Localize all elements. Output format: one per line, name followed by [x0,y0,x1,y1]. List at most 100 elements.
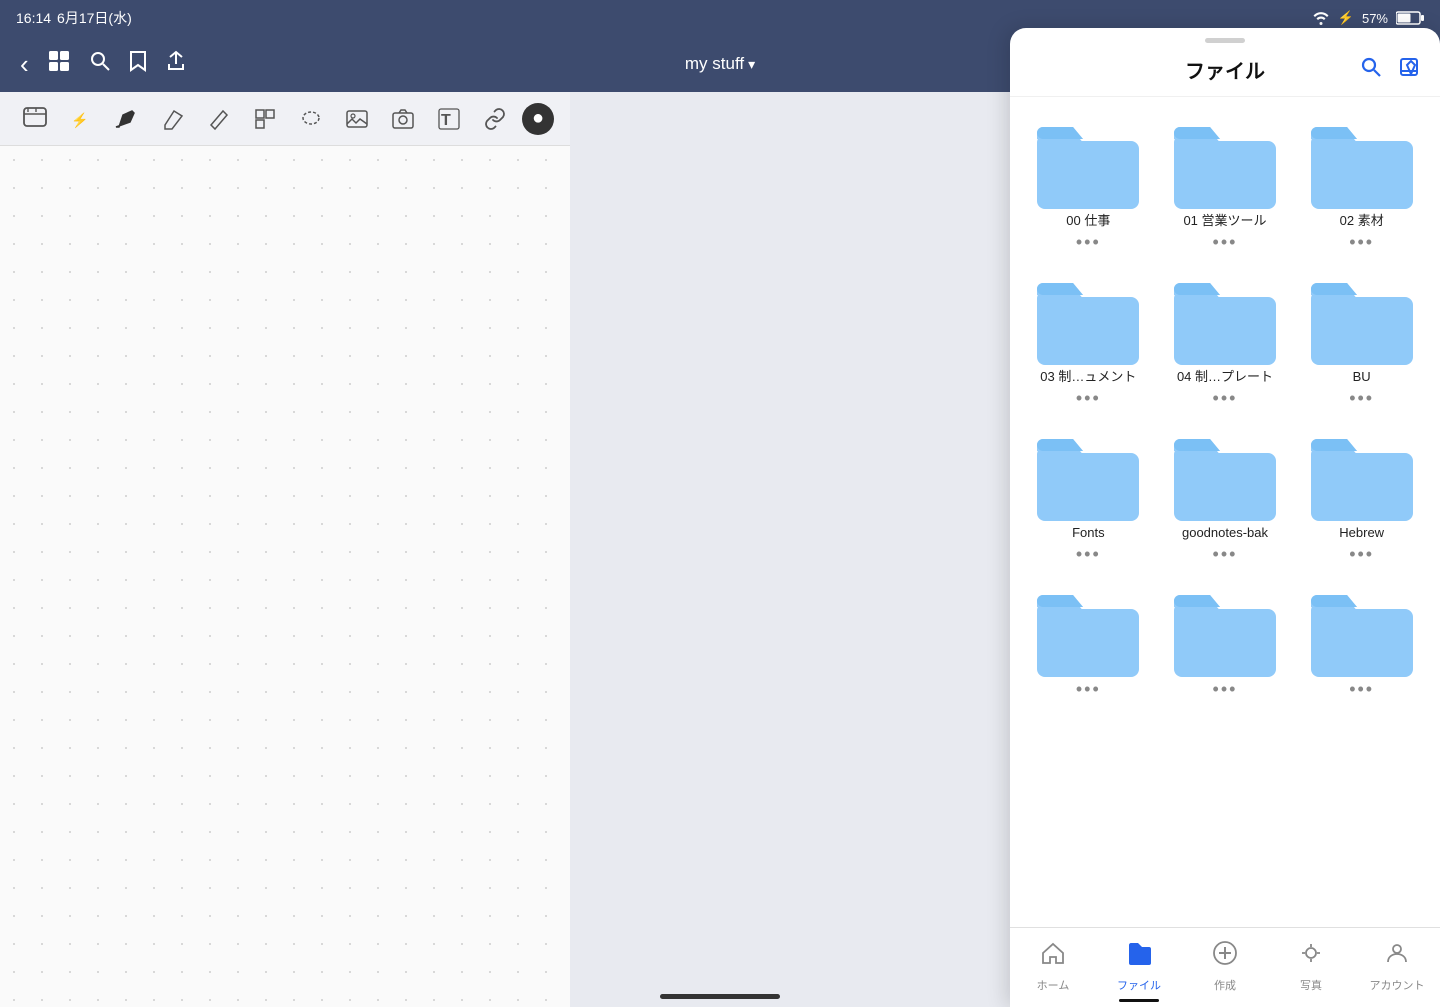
tab-icon-home [1040,940,1066,973]
tab-icon-files [1126,940,1152,973]
folder-name-f4: 03 制…ュメント [1040,369,1136,386]
status-date: 6月17日(水) [57,8,132,28]
tab-item-files[interactable]: ファイル [1096,936,1182,1006]
text-tool[interactable]: T [430,100,468,138]
folder-icon-f6 [1307,277,1417,365]
folder-icon-f12 [1307,589,1417,677]
grid-button[interactable] [47,49,71,79]
link-tool[interactable] [476,100,514,138]
select-tool[interactable] [16,100,54,138]
folder-menu-f8[interactable]: ••• [1213,544,1238,565]
svg-text:⚡: ⚡ [71,112,88,129]
tab-item-account[interactable]: アカウント [1354,936,1440,997]
toolbar: ⚡ [0,92,570,146]
folder-icon-f11 [1170,589,1280,677]
folder-menu-f4[interactable]: ••• [1076,388,1101,409]
folder-name-f5: 04 制…プレート [1177,369,1273,386]
status-bar-right: ⚡ 57% [1312,10,1424,26]
tab-active-indicator [1119,999,1159,1002]
bluetooth-pen-tool[interactable]: ⚡ [62,100,100,138]
share-button[interactable] [165,50,187,78]
folder-item-f4[interactable]: 03 制…ュメント ••• [1022,269,1155,417]
folder-item-f5[interactable]: 04 制…プレート ••• [1159,269,1292,417]
folder-icon-f9 [1307,433,1417,521]
folder-grid: 00 仕事 ••• 01 営業ツール ••• [1010,97,1440,927]
folder-icon-f7 [1033,433,1143,521]
back-button[interactable]: ‹ [20,49,29,80]
lasso-tool[interactable] [292,100,330,138]
folder-item-f9[interactable]: Hebrew ••• [1295,425,1428,573]
folder-menu-f12[interactable]: ••• [1349,679,1374,700]
highlighter-tool[interactable] [200,100,238,138]
folder-name-f2: 01 営業ツール [1183,213,1266,230]
folder-icon-f1 [1033,121,1143,209]
folder-name-f1: 00 仕事 [1066,213,1110,230]
camera-tool[interactable] [384,100,422,138]
tab-bar: ホーム ファイル 作成 写真 アカウント [1010,927,1440,1007]
folder-menu-f5[interactable]: ••• [1213,388,1238,409]
tab-label-home: ホーム [1037,977,1070,993]
bookmark-button[interactable] [129,50,147,78]
eraser-tool[interactable] [154,100,192,138]
panel-handle [1205,38,1245,43]
folder-icon-f5 [1170,277,1280,365]
folder-menu-f6[interactable]: ••• [1349,388,1374,409]
tab-item-home[interactable]: ホーム [1010,936,1096,997]
folder-menu-f7[interactable]: ••• [1076,544,1101,565]
style-tool[interactable]: ● [522,103,554,135]
folder-icon-f10 [1033,589,1143,677]
folder-menu-f11[interactable]: ••• [1213,679,1238,700]
dropdown-icon: ▾ [748,56,755,73]
folder-item-f7[interactable]: Fonts ••• [1022,425,1155,573]
panel-header: ファイル [1010,47,1440,97]
bluetooth-icon: ⚡ [1338,10,1354,26]
status-bar-left: 16:14 6月17日(水) [16,8,132,28]
tab-label-create: 作成 [1214,977,1236,993]
folder-menu-f1[interactable]: ••• [1076,232,1101,253]
folder-item-f11[interactable]: ••• [1159,581,1292,708]
folder-icon-f4 [1033,277,1143,365]
folder-icon-f3 [1307,121,1417,209]
folder-item-f10[interactable]: ••• [1022,581,1155,708]
folder-name-f7: Fonts [1072,525,1105,542]
tab-item-photos[interactable]: 写真 [1268,936,1354,997]
panel-title: ファイル [1090,55,1360,84]
svg-text:T: T [441,112,451,129]
canvas-area [0,146,570,1007]
panel-header-icons [1360,56,1420,84]
folder-item-f6[interactable]: BU ••• [1295,269,1428,417]
folder-icon-f2 [1170,121,1280,209]
folder-item-f3[interactable]: 02 素材 ••• [1295,113,1428,261]
tab-label-account: アカウント [1370,977,1425,993]
folder-name-f6: BU [1353,369,1371,386]
folder-menu-f9[interactable]: ••• [1349,544,1374,565]
folder-item-f2[interactable]: 01 営業ツール ••• [1159,113,1292,261]
folder-menu-f2[interactable]: ••• [1213,232,1238,253]
image-tool[interactable] [338,100,376,138]
dot-grid [0,146,570,1007]
folder-icon-f8 [1170,433,1280,521]
status-time: 16:14 [16,10,51,26]
wifi-icon [1312,11,1330,25]
battery-icon [1396,11,1424,25]
search-button[interactable] [89,50,111,78]
tab-item-create[interactable]: 作成 [1182,936,1268,997]
battery-percent: 57% [1362,11,1388,26]
folder-name-f9: Hebrew [1339,525,1384,542]
tab-icon-create [1212,940,1238,973]
pen-tool[interactable] [108,100,146,138]
folder-item-f12[interactable]: ••• [1295,581,1428,708]
folder-item-f1[interactable]: 00 仕事 ••• [1022,113,1155,261]
tab-label-files: ファイル [1117,977,1161,993]
panel-edit-button[interactable] [1398,56,1420,84]
folder-menu-f10[interactable]: ••• [1076,679,1101,700]
file-panel: ファイル [1010,28,1440,1007]
nav-title[interactable]: my stuff ▾ [685,54,755,74]
home-indicator [660,994,780,999]
folder-menu-f3[interactable]: ••• [1349,232,1374,253]
tab-icon-account [1384,940,1410,973]
folder-name-f3: 02 素材 [1340,213,1384,230]
shapes-tool[interactable] [246,100,284,138]
folder-item-f8[interactable]: goodnotes-bak ••• [1159,425,1292,573]
panel-search-button[interactable] [1360,56,1382,84]
